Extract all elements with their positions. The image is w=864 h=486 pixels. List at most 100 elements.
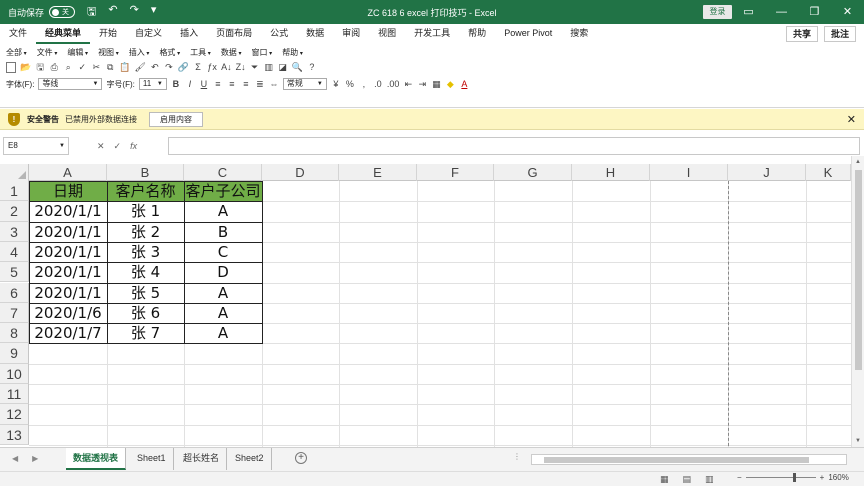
classic-menu-item[interactable]: 格式 ▾	[159, 47, 180, 58]
zoom-out-icon[interactable]: −	[737, 473, 742, 482]
vertical-scrollbar[interactable]: ▲ ▼	[851, 156, 864, 447]
share-button[interactable]: 共享	[785, 26, 818, 42]
table-cell[interactable]: D	[184, 262, 262, 282]
row-header[interactable]: 4	[0, 241, 29, 263]
sort-ascending-icon[interactable]: A↓	[221, 62, 232, 73]
sheet-tab[interactable]: Sheet1	[130, 448, 174, 470]
link-icon[interactable]: 🔗	[178, 62, 189, 73]
row-header[interactable]: 8	[0, 323, 29, 344]
select-all-corner[interactable]	[0, 164, 29, 181]
menu-tab[interactable]: 自定义	[126, 24, 171, 44]
close-icon[interactable]: ✕	[831, 0, 864, 24]
table-cell[interactable]: 张 2	[107, 222, 184, 242]
table-cell[interactable]: 张 1	[107, 201, 184, 221]
help-icon[interactable]: ?	[307, 62, 317, 73]
copy-icon[interactable]: ⧉	[105, 62, 115, 73]
merge-center-icon[interactable]: ⇔	[269, 79, 279, 90]
formula-input[interactable]	[168, 137, 860, 155]
table-cell[interactable]: C	[184, 242, 262, 262]
classic-menu-item[interactable]: 窗口 ▾	[252, 47, 273, 58]
chart-icon[interactable]: ▥	[264, 62, 274, 73]
currency-icon[interactable]: ¥	[331, 79, 341, 90]
table-cell[interactable]: A	[184, 303, 262, 323]
cancel-icon[interactable]: ✕	[97, 141, 105, 152]
table-cell[interactable]: B	[184, 222, 262, 242]
customize-icon[interactable]: ▾	[151, 3, 157, 22]
restore-icon[interactable]: ❐	[798, 0, 831, 24]
row-header[interactable]: 12	[0, 404, 29, 425]
classic-menu-item[interactable]: 工具 ▾	[190, 47, 211, 58]
name-box[interactable]: E8 ▼	[3, 137, 69, 155]
italic-icon[interactable]: I	[185, 79, 195, 90]
format-painter-icon[interactable]: 🖌	[134, 62, 145, 73]
table-cell[interactable]: 2020/1/1	[29, 283, 107, 303]
column-header[interactable]: I	[650, 164, 728, 181]
scroll-up-icon[interactable]: ▲	[855, 159, 861, 165]
close-icon[interactable]: ✕	[847, 113, 856, 126]
row-header[interactable]: 13	[0, 424, 29, 445]
row-header[interactable]: 3	[0, 221, 29, 242]
table-header-cell[interactable]: 日期	[29, 181, 107, 202]
table-cell[interactable]: A	[184, 323, 262, 343]
menu-tab[interactable]: 公式	[261, 24, 297, 44]
ribbon-display-icon[interactable]: ▭	[732, 0, 765, 24]
borders-icon[interactable]: ▦	[431, 79, 441, 90]
column-header[interactable]: F	[417, 164, 494, 181]
save-icon[interactable]: 🖫	[87, 3, 96, 22]
minimize-icon[interactable]: —	[765, 0, 798, 24]
scroll-thumb[interactable]	[855, 170, 862, 370]
menu-tab[interactable]: 经典菜单	[36, 24, 91, 44]
autosave-toggle[interactable]: 关	[49, 6, 76, 18]
menu-tab[interactable]: 帮助	[459, 24, 495, 44]
classic-menu-item[interactable]: 数据 ▾	[221, 47, 242, 58]
open-icon[interactable]: 📂	[20, 62, 31, 73]
sheet-tab[interactable]: 数据透视表	[66, 448, 127, 470]
horizontal-scrollbar[interactable]	[531, 454, 847, 465]
menu-tab[interactable]: 数据	[297, 24, 333, 44]
increase-indent-icon[interactable]: ⇥	[417, 79, 427, 90]
justify-icon[interactable]: ≣	[255, 79, 265, 90]
save-icon[interactable]: 🖫	[35, 62, 45, 73]
undo-icon[interactable]: ↶	[150, 62, 160, 73]
login-button[interactable]: 登录	[703, 5, 732, 19]
percent-icon[interactable]: %	[345, 79, 355, 90]
undo-icon[interactable]: ↶	[108, 3, 117, 22]
classic-menu-item[interactable]: 文件 ▾	[37, 47, 58, 58]
fill-color-icon[interactable]: ◆	[445, 79, 455, 90]
drawing-icon[interactable]: ◪	[278, 62, 288, 73]
cut-icon[interactable]: ✂	[91, 62, 101, 73]
add-sheet-icon[interactable]: +	[295, 452, 307, 464]
normal-view-icon[interactable]: ▦	[660, 474, 669, 485]
function-icon[interactable]: ƒx	[207, 62, 217, 73]
menu-tab[interactable]: 文件	[0, 24, 36, 44]
enter-icon[interactable]: ✓	[114, 141, 122, 152]
column-header[interactable]: B	[107, 164, 184, 181]
font-select[interactable]: 等线 ▼	[38, 78, 103, 90]
zoom-slider[interactable]	[745, 473, 816, 482]
page-break-preview-icon[interactable]: ▥	[705, 474, 714, 485]
worksheet-grid[interactable]: ABCDEFGHIJK 1 2 3 4 5 6 7 8 9 10 11 12 13 日期 客户名称 客户子公…	[0, 164, 851, 447]
column-header[interactable]: A	[29, 164, 107, 181]
column-header[interactable]: D	[262, 164, 339, 181]
row-header[interactable]: 6	[0, 282, 29, 303]
number-format-select[interactable]: 常规 ▼	[282, 78, 327, 90]
insert-function-icon[interactable]: fx	[130, 141, 137, 152]
table-cell[interactable]: 张 7	[107, 323, 184, 343]
zoom-in-icon[interactable]: +	[820, 473, 825, 482]
print-preview-icon[interactable]: ⌕	[63, 62, 73, 73]
page-layout-icon[interactable]: ▤	[683, 474, 692, 485]
menu-tab[interactable]: 搜索	[561, 24, 597, 44]
align-right-icon[interactable]: ≡	[241, 79, 251, 90]
menu-tab[interactable]: 开发工具	[405, 24, 459, 44]
bold-icon[interactable]: B	[171, 79, 181, 90]
align-left-icon[interactable]: ≡	[213, 79, 223, 90]
menu-tab[interactable]: Power Pivot	[495, 24, 561, 44]
row-header[interactable]: 5	[0, 262, 29, 283]
prev-sheet-icon[interactable]: ◀	[12, 454, 18, 463]
spelling-icon[interactable]: ✓	[77, 62, 87, 73]
print-icon[interactable]: ⎙	[49, 62, 59, 73]
menu-tab[interactable]: 页面布局	[207, 24, 261, 44]
table-cell[interactable]: 张 3	[107, 242, 184, 262]
table-header-cell[interactable]: 客户名称	[107, 181, 184, 202]
table-cell[interactable]: 张 6	[107, 303, 184, 323]
